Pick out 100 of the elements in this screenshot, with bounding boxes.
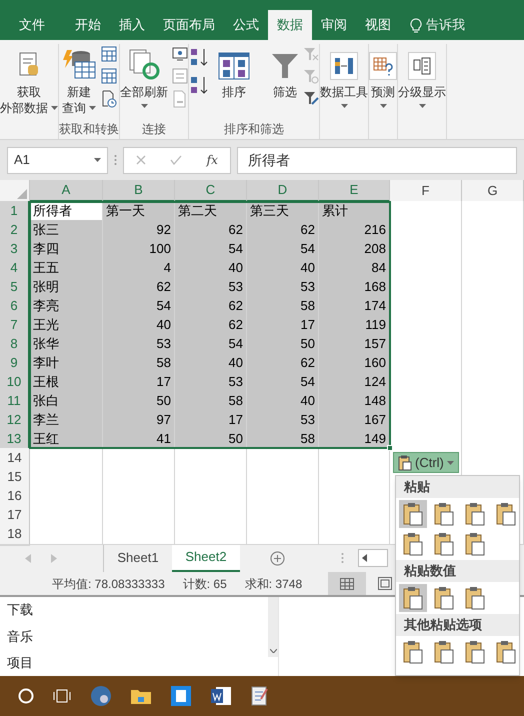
sort-button[interactable]: 排序 xyxy=(215,44,253,120)
table-cell[interactable]: 58 xyxy=(103,353,175,374)
data-tools-button[interactable]: 数据工具 xyxy=(320,44,368,120)
table-cell[interactable] xyxy=(247,524,319,544)
folder-item[interactable]: 项目 xyxy=(7,653,268,672)
ribbon-tab[interactable]: 插入 xyxy=(110,10,154,40)
column-header[interactable]: G xyxy=(462,180,524,202)
column-header[interactable]: F xyxy=(390,180,462,202)
insert-function-button[interactable]: fx xyxy=(206,151,218,169)
folder-item[interactable]: 下载 xyxy=(7,600,268,620)
filter-button[interactable]: 筛选 xyxy=(271,44,299,120)
ribbon-tab[interactable]: 文件 xyxy=(10,10,54,40)
ribbon-tab[interactable]: 审阅 xyxy=(312,10,356,40)
table-cell[interactable]: 53 xyxy=(175,277,247,298)
table-cell[interactable]: 58 xyxy=(247,296,319,316)
table-cell[interactable] xyxy=(103,524,175,544)
table-cell[interactable]: 17 xyxy=(175,410,247,430)
task-view-icon[interactable] xyxy=(52,689,72,703)
column-header[interactable]: D xyxy=(247,180,319,202)
table-cell[interactable]: 62 xyxy=(175,220,247,240)
sheet-tab[interactable]: Sheet1 xyxy=(104,544,172,572)
row-header[interactable]: 17 xyxy=(0,505,30,526)
row-header[interactable]: 18 xyxy=(0,524,30,544)
outline-button[interactable]: 分级显示 xyxy=(398,44,446,120)
horizontal-scrollbar[interactable] xyxy=(358,549,388,567)
table-cell[interactable]: 40 xyxy=(175,258,247,278)
table-cell[interactable]: 17 xyxy=(247,315,319,336)
select-all-icon[interactable] xyxy=(17,188,27,198)
column-header[interactable]: B xyxy=(103,180,175,202)
add-sheet-icon[interactable] xyxy=(270,550,285,566)
column-header[interactable]: A xyxy=(30,180,103,202)
table-cell[interactable]: 50 xyxy=(103,391,175,412)
table-cell[interactable]: 53 xyxy=(175,372,247,392)
table-cell[interactable]: 40 xyxy=(247,391,319,412)
table-cell[interactable]: 97 xyxy=(103,410,175,430)
table-cell[interactable]: 54 xyxy=(175,334,247,354)
table-cell[interactable]: 62 xyxy=(103,277,175,298)
paste-option-button[interactable] xyxy=(399,500,427,528)
sheet-tab[interactable]: Sheet2 xyxy=(172,544,240,572)
tell-me-field[interactable]: 告诉我 xyxy=(426,15,465,35)
column-header[interactable]: C xyxy=(175,180,247,202)
table-cell[interactable]: 50 xyxy=(247,334,319,354)
table-cell[interactable]: 4 xyxy=(103,258,175,278)
get-external-data-button[interactable]: 获取 外部数据 xyxy=(0,44,58,120)
ribbon-tab[interactable]: 数据 xyxy=(268,10,312,40)
search-circle-icon[interactable] xyxy=(18,688,34,704)
refresh-all-button[interactable]: 全部刷新 xyxy=(120,44,168,120)
paste-option-button[interactable] xyxy=(399,584,427,612)
clipboard-icon xyxy=(402,586,424,610)
formula-input[interactable]: 所得者 xyxy=(237,146,517,174)
scroll-left-arrow-icon[interactable] xyxy=(362,554,367,562)
notepad-icon[interactable] xyxy=(250,685,270,707)
table-cell[interactable]: 92 xyxy=(103,220,175,240)
vertical-scrollbar[interactable] xyxy=(268,597,278,657)
table-cell[interactable]: 58 xyxy=(175,391,247,412)
table-cell[interactable]: 62 xyxy=(175,315,247,336)
clock-document-icon xyxy=(101,90,117,108)
table-cell[interactable] xyxy=(175,524,247,544)
table-cell[interactable]: 100 xyxy=(103,239,175,260)
funnel-clear-icon xyxy=(303,46,319,62)
paste-options-menu[interactable]: (Ctrl) xyxy=(393,452,459,473)
table-cell[interactable]: 54 xyxy=(247,372,319,392)
check-icon[interactable] xyxy=(170,155,182,165)
table-cell[interactable]: 54 xyxy=(103,296,175,316)
cancel-icon[interactable] xyxy=(136,155,146,165)
forecast-button[interactable]: 预测 xyxy=(369,44,397,120)
word-app-icon[interactable] xyxy=(210,685,232,707)
globe-app-icon[interactable] xyxy=(90,685,112,707)
ribbon-tab[interactable]: 开始 xyxy=(66,10,110,40)
table-cell[interactable]: 53 xyxy=(247,410,319,430)
folder-icon[interactable] xyxy=(130,687,152,705)
table-cell[interactable]: 40 xyxy=(103,315,175,336)
store-app-icon[interactable] xyxy=(170,685,192,707)
new-query-button[interactable]: 新建 查询 xyxy=(61,44,97,120)
row-header[interactable]: 15 xyxy=(0,467,30,488)
folder-item[interactable]: 音乐 xyxy=(7,626,268,646)
page-layout-icon[interactable] xyxy=(378,577,392,590)
table-cell[interactable]: 62 xyxy=(175,296,247,316)
ribbon-tab[interactable]: 公式 xyxy=(224,10,268,40)
table-cell[interactable] xyxy=(30,524,103,544)
ribbon-tab[interactable]: 页面布局 xyxy=(154,10,224,40)
table-cell[interactable]: 54 xyxy=(247,239,319,260)
scroll-right-icon[interactable] xyxy=(51,554,57,562)
table-cell[interactable]: 53 xyxy=(247,277,319,298)
table-cell[interactable]: 17 xyxy=(103,372,175,392)
scroll-left-icon[interactable] xyxy=(25,554,31,562)
table-cell[interactable]: 40 xyxy=(247,258,319,278)
table-cell[interactable]: 62 xyxy=(247,353,319,374)
column-header[interactable]: E xyxy=(319,180,390,202)
ribbon-tab[interactable]: 视图 xyxy=(356,10,400,40)
table-cell[interactable] xyxy=(319,524,390,544)
table-cell[interactable]: 62 xyxy=(247,220,319,240)
table-cell[interactable]: 53 xyxy=(103,334,175,354)
table-cell[interactable]: 40 xyxy=(175,353,247,374)
row-header[interactable]: 14 xyxy=(0,448,30,468)
row-header[interactable]: 16 xyxy=(0,486,30,506)
normal-view-button[interactable] xyxy=(328,572,366,595)
name-box[interactable]: A1 xyxy=(7,146,108,174)
grip-icon xyxy=(114,154,117,166)
table-cell[interactable]: 54 xyxy=(175,239,247,260)
